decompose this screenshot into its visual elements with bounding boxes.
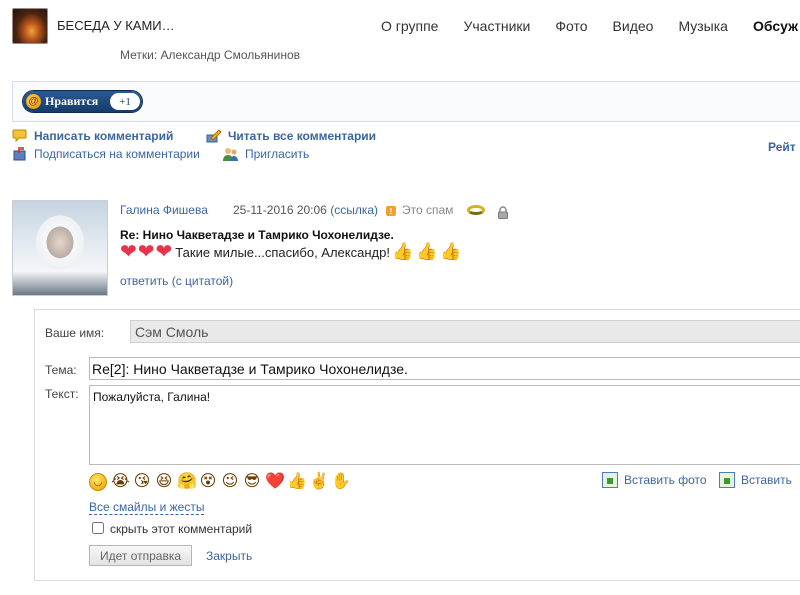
- insert-video-label: Вставить: [741, 473, 792, 487]
- comment-text: Такие милые...спасибо, Александр!: [175, 244, 390, 260]
- reply-with-quote-link[interactable]: ответить (с цитатой): [120, 274, 233, 288]
- name-field[interactable]: [130, 320, 800, 343]
- name-label: Ваше имя:: [45, 326, 105, 340]
- all-smileys-link[interactable]: Все смайлы и жесты: [89, 500, 205, 515]
- invite-users-icon: [223, 148, 238, 161]
- heart-icon: ❤: [120, 241, 137, 263]
- tag-link[interactable]: Александр Смольянинов: [161, 48, 300, 62]
- invite-label: Пригласить: [245, 147, 310, 161]
- hide-comment-label: скрыть этот комментарий: [110, 522, 253, 536]
- smile-emoji-icon[interactable]: ◡: [89, 473, 107, 491]
- heart-icon: ❤: [137, 241, 155, 263]
- laugh-emoji-icon[interactable]: 😆: [155, 473, 173, 491]
- topic-input[interactable]: [89, 357, 800, 380]
- topic-label: Тема:: [45, 363, 77, 377]
- group-title[interactable]: БЕСЕДА У КАМИ…: [57, 18, 175, 33]
- heart-icon: ❤: [155, 241, 173, 263]
- lock-icon[interactable]: [497, 206, 509, 219]
- mailbox-icon: [13, 147, 26, 161]
- mailru-at-icon: @: [26, 94, 41, 109]
- kiss-emoji-icon[interactable]: 😘: [133, 473, 151, 491]
- comment-body: ❤ ❤ ❤ Такие милые...спасибо, Александр! …: [120, 242, 464, 262]
- nav-item-about[interactable]: О группе: [381, 18, 438, 34]
- comment-datetime: 25-11-2016 20:06 (ссылка): [233, 203, 378, 217]
- insert-video-icon: [719, 472, 735, 488]
- nav-item-music[interactable]: Музыка: [678, 18, 728, 34]
- wink-emoji-icon[interactable]: 😉: [221, 473, 239, 491]
- subscribe-label: Подписаться на комментарии: [34, 147, 200, 161]
- insert-photo-link[interactable]: Вставить фото: [602, 472, 707, 488]
- group-nav: О группе Участники Фото Видео Музыка Обс…: [381, 18, 800, 34]
- comment-permalink[interactable]: (ссылка): [330, 203, 378, 217]
- send-button[interactable]: Идет отправка: [89, 545, 192, 566]
- heart-emoji-icon[interactable]: ❤️: [265, 473, 285, 491]
- glasses-emoji-icon[interactable]: 😎: [243, 473, 261, 491]
- insert-photo-label: Вставить фото: [624, 473, 707, 487]
- thumbs-up-icon: 👍: [440, 242, 462, 261]
- invite-link[interactable]: Пригласить: [223, 146, 309, 162]
- dance-emoji-icon[interactable]: 🤗: [177, 473, 197, 491]
- insert-video-link[interactable]: Вставить: [719, 472, 792, 488]
- hand-emoji-icon[interactable]: ✋: [331, 473, 351, 491]
- victory-emoji-icon[interactable]: ✌️: [309, 473, 329, 491]
- comment-subject: Re: Нино Чакветадзе и Тамрико Чохонелидз…: [120, 228, 394, 242]
- smiley-picker: ◡ 😭 😘 😆 🤗 😵 😉 😎 ❤️ 👍 ✌️ ✋: [89, 473, 353, 491]
- insert-photo-icon: [602, 472, 618, 488]
- nav-item-video[interactable]: Видео: [613, 18, 654, 34]
- comment-author-link[interactable]: Галина Фишева: [120, 203, 208, 217]
- read-all-comments-link[interactable]: Читать все комментарии: [206, 128, 376, 144]
- comment-author-photo[interactable]: [12, 200, 108, 296]
- pencil-note-icon: [206, 129, 222, 143]
- subscribe-comments-link[interactable]: Подписаться на комментарии: [12, 146, 200, 162]
- group-avatar[interactable]: [12, 8, 48, 44]
- nav-item-members[interactable]: Участники: [463, 18, 530, 34]
- dizzy-emoji-icon[interactable]: 😵: [199, 473, 217, 491]
- like-button[interactable]: @ Нравится +1: [23, 91, 142, 112]
- nav-item-photo[interactable]: Фото: [555, 18, 587, 34]
- like-panel: @ Нравится +1: [12, 81, 800, 122]
- thumbs-up-emoji-icon[interactable]: 👍: [287, 473, 307, 491]
- write-comment-label: Написать комментарий: [34, 129, 174, 143]
- halo-icon[interactable]: [467, 205, 485, 215]
- tags-row: Метки: Александр Смольянинов: [120, 48, 300, 62]
- comment-textarea[interactable]: Пожалуйста, Галина!: [89, 385, 800, 465]
- report-spam-link[interactable]: Это спам: [402, 203, 453, 217]
- speech-bubble-icon: [12, 129, 27, 143]
- thumbs-up-icon: 👍: [391, 242, 414, 261]
- like-count: +1: [110, 93, 140, 110]
- comment-timestamp: 25-11-2016 20:06: [233, 203, 327, 217]
- tags-label: Метки:: [120, 48, 158, 62]
- rating-link[interactable]: Рейт: [768, 140, 796, 154]
- thumbs-up-icon: 👍: [416, 242, 438, 261]
- close-form-link[interactable]: Закрыть: [206, 549, 252, 563]
- write-comment-link[interactable]: Написать комментарий: [12, 128, 173, 144]
- like-label: Нравится: [45, 94, 99, 108]
- text-label: Текст:: [45, 387, 79, 401]
- spam-warning-icon: !: [386, 206, 396, 216]
- nav-item-discussions[interactable]: Обсуж: [753, 18, 798, 34]
- read-all-label: Читать все комментарии: [228, 129, 377, 143]
- hide-comment-checkbox[interactable]: [92, 522, 104, 534]
- crying-emoji-icon[interactable]: 😭: [111, 473, 130, 491]
